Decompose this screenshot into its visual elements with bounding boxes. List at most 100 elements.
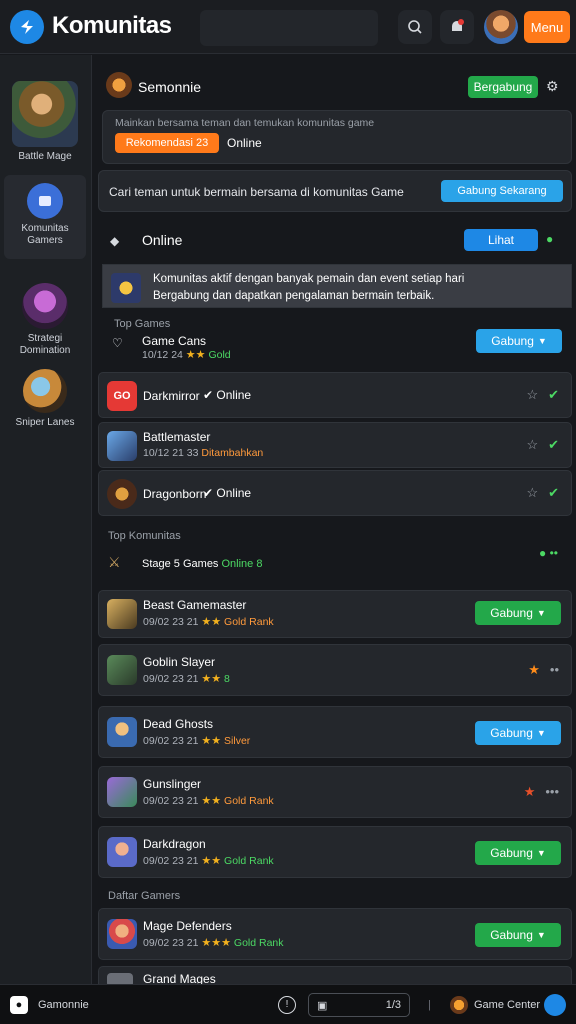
row-title: Grand Mages bbox=[143, 972, 216, 984]
app-title: Komunitas bbox=[52, 12, 172, 39]
divider: | bbox=[428, 999, 431, 1011]
join-button[interactable]: Gabung ▼ bbox=[475, 923, 561, 947]
invite-panel: Cari teman untuk bermain bersama di komu… bbox=[98, 170, 572, 212]
invite-text: Cari teman untuk bermain bersama di komu… bbox=[109, 185, 404, 199]
online-section-header: ◆ Online Lihat ● bbox=[98, 222, 572, 260]
row-tag: Gold Rank bbox=[224, 616, 274, 628]
sidebar-item-battle-mage[interactable]: Battle Mage bbox=[4, 81, 86, 163]
game-meta: 10/12 24 ★★ Gold bbox=[142, 348, 231, 361]
list-item[interactable]: GO Darkmirror ✔ Online ☆ ✔ bbox=[98, 372, 572, 418]
row-date: 10/12 21 33 bbox=[143, 447, 199, 459]
search-icon bbox=[408, 20, 422, 34]
row-status: ✔ Online bbox=[203, 388, 252, 402]
top-bar: Komunitas Menu bbox=[0, 0, 576, 54]
game-center-button[interactable]: Game Center bbox=[450, 985, 540, 1024]
info-icon: ! bbox=[278, 996, 296, 1014]
pager[interactable]: ▣ 1/3 bbox=[308, 985, 410, 1024]
more-icon[interactable]: ••• bbox=[545, 784, 559, 800]
game-thumbnail bbox=[107, 837, 137, 867]
status-description: Mainkan bersama teman dan temukan komuni… bbox=[115, 117, 375, 129]
star-icon[interactable]: ☆ bbox=[526, 437, 538, 453]
join-button[interactable]: Bergabung bbox=[468, 76, 538, 98]
row-actions: ★ •• bbox=[528, 662, 559, 678]
row-actions: ★ ••• bbox=[524, 784, 559, 800]
list-item[interactable]: Beast Gamemaster 09/02 23 21 ★★ Gold Ran… bbox=[98, 590, 572, 638]
notice-line-1: Komunitas aktif dengan banyak pemain dan… bbox=[153, 273, 465, 285]
join-label: Gabung bbox=[490, 726, 533, 740]
community-avatar bbox=[106, 72, 132, 98]
row-title: Beast Gamemaster bbox=[143, 598, 247, 612]
join-now-button[interactable]: Gabung Sekarang bbox=[441, 180, 563, 202]
profile-button[interactable] bbox=[544, 985, 566, 1024]
star-icon[interactable]: ★ bbox=[524, 784, 536, 800]
star-icon[interactable]: ★ bbox=[528, 662, 540, 678]
list-item[interactable]: Dead Ghosts 09/02 23 21 ★★ Silver Gabung… bbox=[98, 706, 572, 758]
notice-line-2: Bergabung dan dapatkan pengalaman bermai… bbox=[153, 290, 435, 302]
star-icon[interactable]: ☆ bbox=[526, 485, 538, 501]
game-thumbnail bbox=[12, 81, 78, 147]
community-header: Semonnie Bergabung ⚙ bbox=[98, 64, 572, 108]
search-field[interactable] bbox=[200, 10, 378, 46]
view-button-label: Lihat bbox=[487, 233, 515, 247]
section-label: Daftar Gamers bbox=[108, 890, 181, 902]
game-thumbnail bbox=[23, 369, 67, 413]
row-tag: Gold Rank bbox=[224, 795, 274, 807]
row-tag: 8 bbox=[224, 673, 230, 685]
list-item[interactable]: Dragonborn ✔ Online ☆ ✔ bbox=[98, 470, 572, 516]
sidebar-item-komunitas[interactable]: Komunitas Gamers bbox=[4, 175, 86, 259]
list-item[interactable]: Darkdragon 09/02 23 21 ★★ Gold Rank Gabu… bbox=[98, 826, 572, 878]
row-meta: 10/12 21 33 Ditambahkan bbox=[143, 447, 263, 459]
view-button[interactable]: Lihat bbox=[464, 229, 538, 251]
rating-stars: ★★ bbox=[201, 795, 222, 807]
weapon-icon: ⚔ bbox=[108, 554, 121, 570]
recommend-badge[interactable]: Rekomendasi 23 bbox=[115, 133, 219, 153]
bookmark-icon[interactable]: ♡ bbox=[112, 336, 123, 350]
section-label: Top Komunitas bbox=[108, 530, 181, 542]
list-item[interactable]: Goblin Slayer 09/02 23 21 ★★ 8 ★ •• bbox=[98, 644, 572, 696]
check-icon[interactable]: ✔ bbox=[548, 387, 559, 403]
sidebar-item-strategi[interactable]: Strategi Domination bbox=[4, 283, 86, 357]
notification-button[interactable] bbox=[440, 10, 474, 44]
app-logo-icon[interactable] bbox=[10, 10, 44, 44]
check-icon[interactable]: ✔ bbox=[548, 437, 559, 453]
settings-icon[interactable]: ⚙ bbox=[546, 78, 559, 95]
join-game-button[interactable]: Gabung ▼ bbox=[476, 329, 562, 353]
game-thumbnail bbox=[107, 777, 137, 807]
menu-button[interactable]: Menu bbox=[524, 11, 570, 43]
rating-stars: ★★ bbox=[201, 855, 222, 867]
user-avatar[interactable] bbox=[484, 10, 518, 44]
game-thumbnail bbox=[107, 717, 137, 747]
search-button[interactable] bbox=[398, 10, 432, 44]
sub-section-status: Online 8 bbox=[221, 558, 263, 570]
row-title: Battlemaster bbox=[143, 430, 211, 444]
join-button[interactable]: Gabung ▼ bbox=[475, 721, 561, 745]
info-button[interactable]: ! bbox=[278, 985, 296, 1024]
home-button[interactable]: ● bbox=[10, 985, 28, 1024]
join-button[interactable]: Gabung ▼ bbox=[475, 841, 561, 865]
sidebar-item-sniper[interactable]: Sniper Lanes bbox=[4, 369, 86, 429]
list-item[interactable]: Gunslinger 09/02 23 21 ★★ Gold Rank ★ ••• bbox=[98, 766, 572, 818]
sidebar-item-label: Battle Mage bbox=[18, 151, 72, 162]
list-item[interactable]: Mage Defenders 09/02 23 21 ★★★ Gold Rank… bbox=[98, 908, 572, 960]
list-item[interactable]: Grand Mages bbox=[98, 966, 572, 984]
join-label: Gabung bbox=[490, 846, 533, 860]
home-icon: ● bbox=[10, 996, 28, 1014]
star-icon[interactable]: ☆ bbox=[526, 387, 538, 403]
online-status: Online bbox=[227, 136, 262, 150]
row-status-text: Online bbox=[216, 486, 252, 500]
sub-section-info: Stage 5 Games Online 8 bbox=[142, 558, 262, 570]
more-icon[interactable]: •• bbox=[550, 662, 559, 678]
row-tag: Gold Rank bbox=[233, 937, 284, 949]
game-thumbnail bbox=[107, 919, 137, 949]
rating-stars: ★★ bbox=[185, 349, 206, 361]
row-title: Goblin Slayer bbox=[143, 655, 216, 669]
game-thumbnail bbox=[107, 479, 137, 509]
row-tag: Gold Rank bbox=[224, 855, 274, 867]
check-icon[interactable]: ✔ bbox=[548, 485, 559, 501]
join-button[interactable]: Gabung ▼ bbox=[475, 601, 561, 625]
chevron-icon[interactable]: ◆ bbox=[110, 234, 119, 248]
list-item[interactable]: Battlemaster 10/12 21 33 Ditambahkan ☆ ✔ bbox=[98, 422, 572, 468]
game-section: Top Games ♡ Game Cans 10/12 24 ★★ Gold G… bbox=[98, 312, 572, 368]
row-actions: ☆ ✔ bbox=[526, 387, 559, 403]
row-meta: 09/02 23 21 ★★ Gold Rank bbox=[143, 615, 274, 628]
